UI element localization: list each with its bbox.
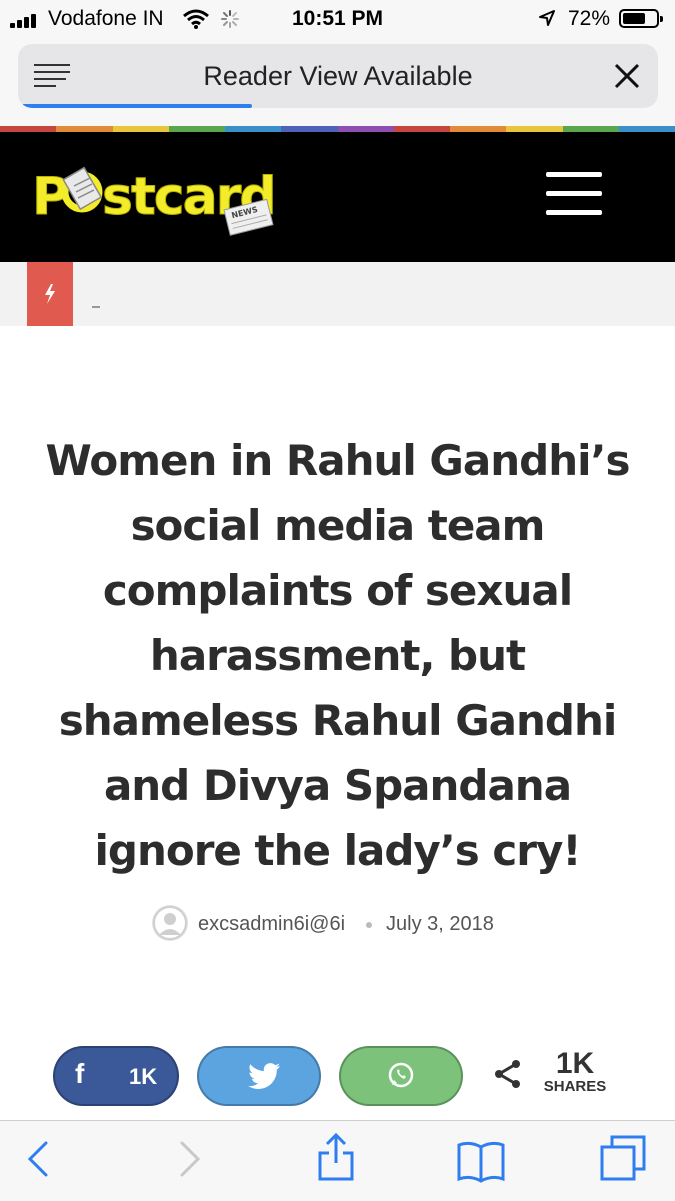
bookmarks-icon[interactable]	[456, 1139, 506, 1183]
author-avatar[interactable]	[152, 905, 188, 941]
share-icon[interactable]	[316, 1133, 356, 1183]
forward-icon[interactable]	[178, 1139, 202, 1179]
twitter-icon	[248, 1063, 281, 1089]
battery-icon	[619, 9, 663, 28]
close-icon[interactable]	[612, 61, 642, 91]
breaking-badge	[27, 262, 73, 326]
menu-button[interactable]	[546, 172, 602, 216]
facebook-share-button[interactable]: f 1K	[53, 1046, 179, 1106]
article-meta: excsadmin6i@6i July 3, 2018	[0, 905, 675, 945]
total-shares: 1K SHARES	[540, 1047, 610, 1095]
browser-top-bar: Reader View Available	[0, 38, 675, 126]
whatsapp-share-button[interactable]	[339, 1046, 463, 1106]
publish-date: July 3, 2018	[386, 913, 494, 935]
article-title: Women in Rahul Gandhi’s social media tea…	[45, 436, 631, 875]
facebook-share-count: 1K	[129, 1064, 158, 1089]
share-bar: f 1K 1K SHARES	[0, 1046, 675, 1108]
author-name[interactable]: excsadmin6i@6i	[198, 913, 345, 936]
site-header: P stcard NEWS	[0, 132, 675, 262]
share-nodes-icon[interactable]	[492, 1058, 524, 1090]
battery-percent: 72%	[568, 7, 611, 30]
user-silhouette-icon	[153, 906, 187, 940]
status-bar: Vodafone IN 10:51 PM 72%	[0, 0, 675, 38]
whatsapp-icon	[388, 1062, 414, 1088]
lightning-bolt-icon	[45, 284, 55, 304]
breaking-news-bar	[0, 262, 675, 326]
postcard-logo[interactable]: P stcard NEWS	[28, 152, 278, 242]
total-shares-label: SHARES	[543, 1078, 607, 1095]
page-load-progress	[22, 104, 253, 108]
total-shares-count: 1K	[555, 1047, 595, 1080]
meta-separator	[366, 922, 372, 928]
back-icon[interactable]	[26, 1139, 50, 1179]
url-text[interactable]: Reader View Available	[18, 61, 658, 92]
url-bar[interactable]: Reader View Available	[18, 44, 658, 108]
tabs-icon[interactable]	[600, 1135, 646, 1181]
browser-toolbar	[0, 1120, 675, 1201]
facebook-icon: f	[75, 1058, 85, 1089]
breaking-ticker	[92, 306, 100, 308]
twitter-share-button[interactable]	[197, 1046, 321, 1106]
location-arrow-icon	[539, 10, 555, 26]
